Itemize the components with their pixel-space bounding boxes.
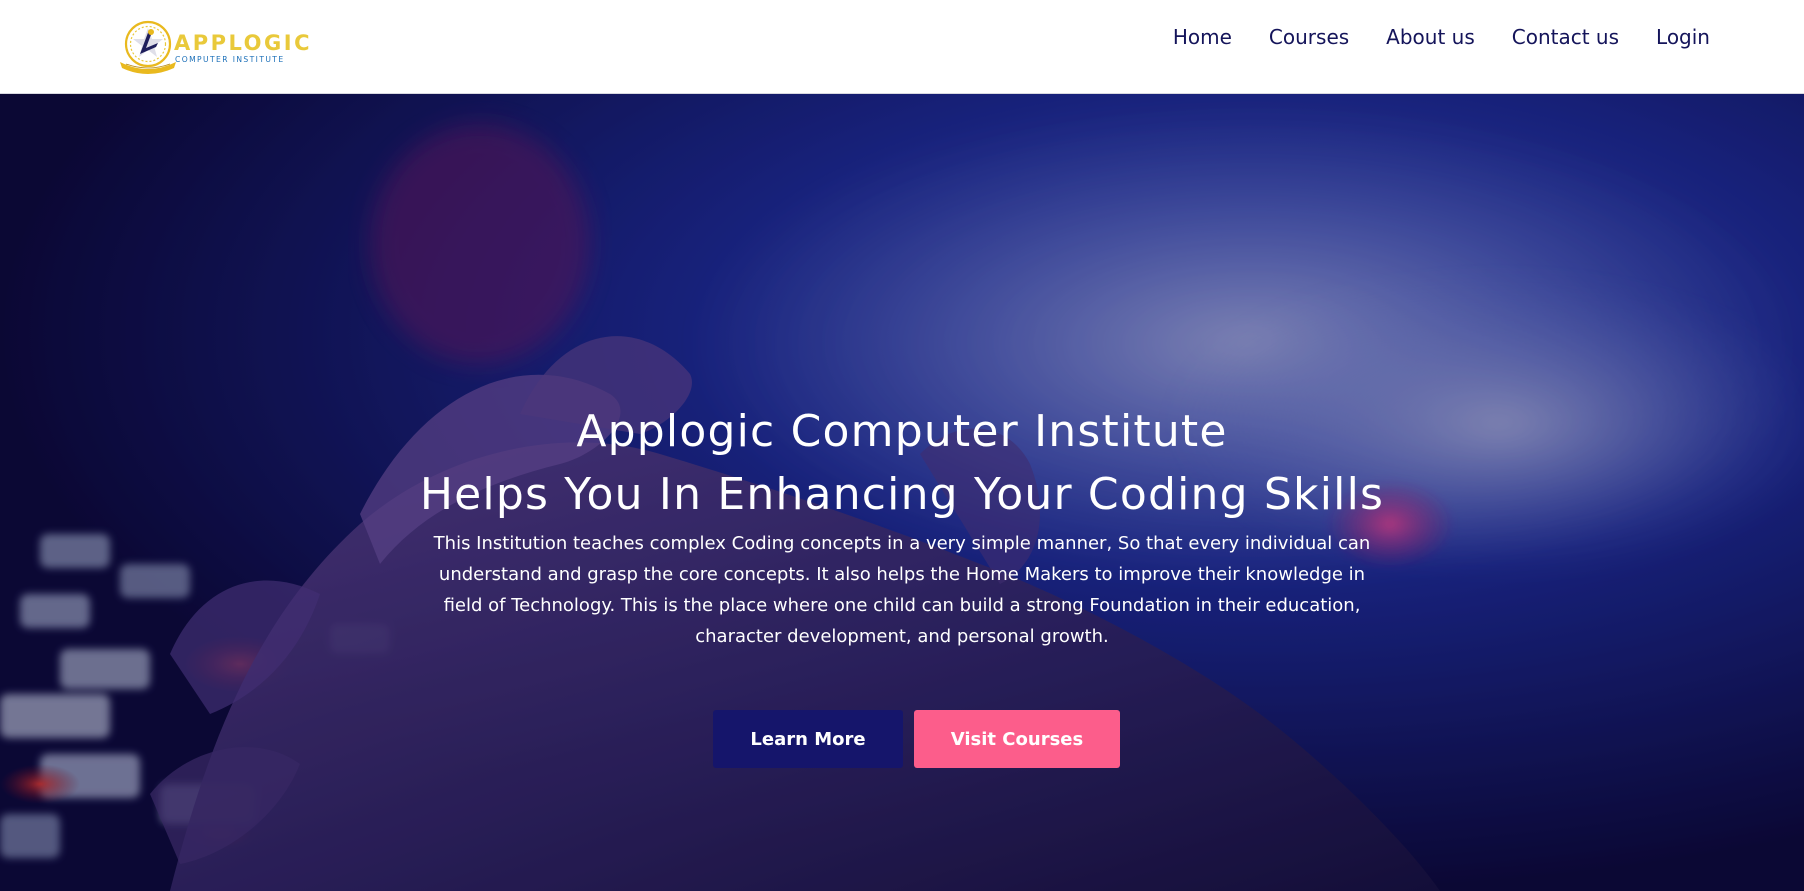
brand-name: APPLOGIC <box>174 31 312 55</box>
main-nav: Home Courses About us Contact us Login <box>1154 24 1710 50</box>
nav-item-courses[interactable]: Courses <box>1250 24 1367 50</box>
hero-title-line2: Helps You In Enhancing Your Coding Skill… <box>419 469 1385 520</box>
hero-description: This Institution teaches complex Coding … <box>433 533 1371 647</box>
nav-item-about-us[interactable]: About us <box>1368 24 1494 50</box>
hero-title-line1: Applogic Computer Institute <box>576 406 1228 457</box>
nav-item-login[interactable]: Login <box>1638 24 1710 50</box>
hero-buttons: Learn More Visit Courses <box>713 710 1120 768</box>
nav-item-contact-us[interactable]: Contact us <box>1493 24 1637 50</box>
star-emblem-icon <box>120 20 176 74</box>
visit-courses-button[interactable]: Visit Courses <box>914 710 1120 768</box>
brand-logo[interactable]: APPLOGIC COMPUTER INSTITUTE <box>118 18 318 76</box>
navbar: APPLOGIC COMPUTER INSTITUTE Home Courses… <box>0 0 1804 94</box>
learn-more-button[interactable]: Learn More <box>713 710 903 768</box>
hero-content: Applogic Computer Institute Helps You In… <box>0 400 1804 652</box>
nav-item-home[interactable]: Home <box>1154 24 1250 50</box>
hero-title: Applogic Computer Institute Helps You In… <box>0 400 1804 526</box>
brand-tagline: COMPUTER INSTITUTE <box>175 55 285 64</box>
